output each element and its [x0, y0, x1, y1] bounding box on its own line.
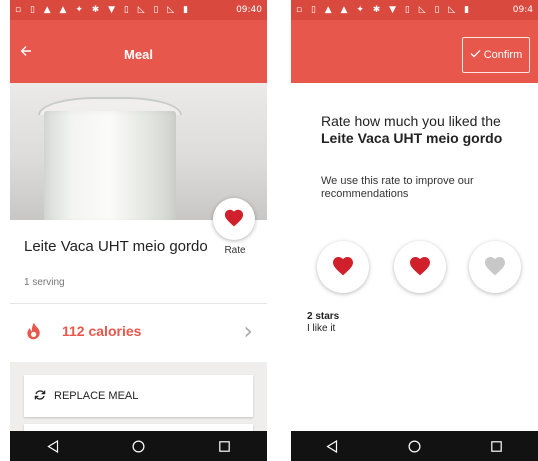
calories-row[interactable]: 112 calories ›	[10, 305, 267, 360]
nav-recents-icon[interactable]	[204, 431, 244, 461]
rate-question-prefix: Rate how much you liked the	[321, 113, 501, 129]
rate-subtitle: We use this rate to improve our recommen…	[321, 175, 474, 200]
rating-heart-2[interactable]	[394, 241, 446, 293]
flame-icon	[26, 322, 42, 345]
check-icon	[470, 49, 481, 61]
actions-area: REPLACE MEAL	[10, 362, 267, 444]
rate-screen: ▫ ▯ ▲ ▲ ✦ ✱ ▼ ▯ ◺ ▯ ◺ ▮ 09:4 Confirm Rat…	[291, 0, 538, 461]
app-bar: Meal	[10, 20, 267, 83]
screenshot-canvas: ▫ ▯ ▲ ▲ ✦ ✱ ▼ ▯ ◺ ▯ ◺ ▮ 09:40 Meal Rate …	[0, 0, 538, 461]
confirm-label: Confirm	[483, 49, 523, 61]
rate-question-meal: Leite Vaca UHT meio gordo	[321, 130, 503, 146]
nav-recents-icon[interactable]	[477, 431, 517, 461]
system-nav-bar	[291, 431, 538, 461]
status-time: 09:40	[236, 5, 262, 15]
nav-back-icon[interactable]	[33, 431, 73, 461]
rate-question: Rate how much you liked the Leite Vaca U…	[321, 113, 526, 147]
divider	[10, 303, 267, 304]
nav-home-icon[interactable]	[394, 431, 434, 461]
glass-of-milk	[44, 111, 176, 220]
rate-button[interactable]	[213, 198, 255, 240]
meal-name: Leite Vaca UHT meio gordo	[24, 238, 208, 255]
status-icons: ▫ ▯ ▲ ▲ ✦ ✱ ▼ ▯ ◺ ▯ ◺ ▮	[15, 5, 192, 15]
rating-heart-3[interactable]	[469, 241, 521, 293]
calories-label: 112 calories	[62, 323, 142, 339]
system-nav-bar	[10, 431, 267, 461]
status-bar: ▫ ▯ ▲ ▲ ✦ ✱ ▼ ▯ ◺ ▯ ◺ ▮ 09:4	[291, 0, 538, 20]
confirm-button[interactable]: Confirm	[462, 37, 530, 73]
replace-meal-button[interactable]: REPLACE MEAL	[24, 375, 253, 417]
status-time: 09:4	[512, 5, 533, 15]
heart-icon	[408, 254, 432, 281]
meal-screen: ▫ ▯ ▲ ▲ ✦ ✱ ▼ ▯ ◺ ▯ ◺ ▮ 09:40 Meal Rate …	[10, 0, 267, 461]
app-bar: Confirm	[291, 20, 538, 83]
status-bar: ▫ ▯ ▲ ▲ ✦ ✱ ▼ ▯ ◺ ▯ ◺ ▮ 09:40	[10, 0, 267, 20]
heart-icon	[331, 254, 355, 281]
replace-meal-label: REPLACE MEAL	[54, 390, 139, 402]
meal-serving: 1 serving	[24, 277, 65, 288]
heart-icon	[223, 207, 245, 232]
rate-label: Rate	[224, 245, 246, 256]
page-title: Meal	[124, 47, 153, 62]
nav-home-icon[interactable]	[118, 431, 158, 461]
refresh-icon	[34, 389, 46, 404]
nav-back-icon[interactable]	[312, 431, 352, 461]
rating-description: I like it	[307, 323, 336, 334]
status-icons: ▫ ▯ ▲ ▲ ✦ ✱ ▼ ▯ ◺ ▯ ◺ ▮	[296, 5, 473, 15]
rating-title: 2 stars	[307, 311, 340, 322]
heart-icon	[483, 254, 507, 281]
rating-heart-1[interactable]	[317, 241, 369, 293]
chevron-right-icon: ›	[243, 317, 253, 345]
